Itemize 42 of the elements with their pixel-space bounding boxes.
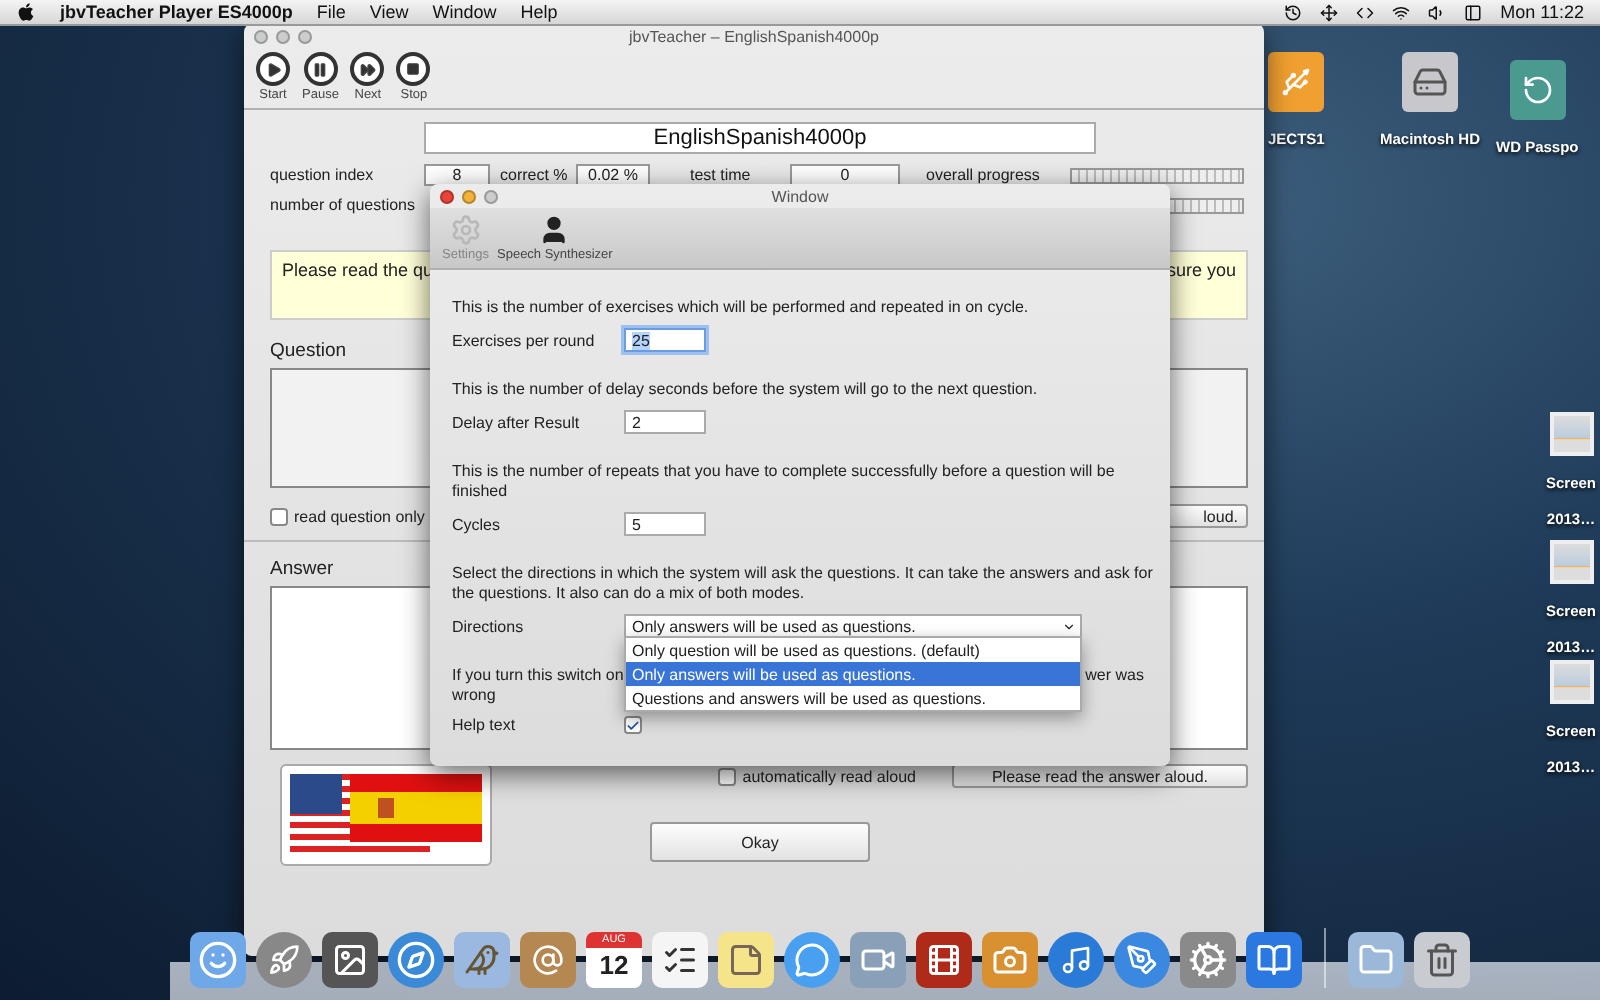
okay-button[interactable]: Okay <box>650 822 870 862</box>
section-title: Question <box>270 340 347 362</box>
stat-label: number of questions <box>270 196 417 214</box>
field-label: Help text <box>452 716 518 734</box>
field-label: Delay after Result <box>452 413 582 431</box>
field-label: Exercises per round <box>452 331 597 349</box>
stat-label: question index <box>270 166 376 184</box>
app-menu[interactable]: jbvTeacher Player ES4000p <box>60 2 293 22</box>
description-text: This is the number of delay seconds before the system will go to the next question. <box>452 380 1040 400</box>
stat-field: 0 <box>790 164 900 186</box>
window-title: jbvTeacher – EnglishSpanish4000p <box>626 27 881 45</box>
menu-item[interactable]: Help <box>520 2 558 22</box>
stat-field: 8 <box>424 164 490 186</box>
input-field[interactable]: 25 <box>624 328 706 352</box>
deck-title: EnglishSpanish4000p <box>424 122 1096 154</box>
section-title: Answer <box>270 558 334 580</box>
description-text: Select the directions in which the system will ask the questions. It can take the answers and ask for the questions. It also can do a mix of both modes. <box>452 564 1155 604</box>
read-aloud-button[interactable]: Please read the answer aloud. <box>952 764 1248 788</box>
input-field[interactable]: 5 <box>624 512 706 536</box>
input-field[interactable]: 2 <box>624 410 706 434</box>
stat-label: correct % <box>500 166 570 184</box>
description-text: This is the number of repeats that you have to complete successfully before a question will be finished <box>452 462 1117 502</box>
checkbox[interactable]: automatically read aloud <box>718 767 916 785</box>
stat-field: 0.02 % <box>576 164 650 186</box>
menu-item[interactable]: View <box>369 2 409 22</box>
menu-item[interactable]: File <box>316 2 346 22</box>
field-label: Cycles <box>452 515 503 533</box>
checkbox[interactable]: read question only <box>270 507 425 525</box>
window-title: Window <box>769 187 831 205</box>
description-text: If you turn this switch on <box>452 666 624 686</box>
menu-option[interactable]: Questions and answers will be used as questions. <box>626 686 1080 710</box>
menu-option[interactable]: Only answers will be used as questions. <box>626 662 1080 686</box>
description-text: wer was <box>1085 666 1144 686</box>
clock[interactable]: Mon 11:22 <box>1500 2 1584 22</box>
dropdown[interactable]: Only answers will be used as questions. <box>624 614 1082 638</box>
stat-label: overall progress <box>926 166 1042 184</box>
description-text: wrong <box>452 686 496 704</box>
menu-option[interactable]: Only question will be used as questions. (default) <box>626 638 1080 662</box>
menu-item[interactable]: Window <box>432 2 497 22</box>
field-label: Directions <box>452 617 526 635</box>
description-text: This is the number of exercises which will be performed and repeated in on cycle. <box>452 298 1031 318</box>
stat-label: test time <box>690 166 753 184</box>
